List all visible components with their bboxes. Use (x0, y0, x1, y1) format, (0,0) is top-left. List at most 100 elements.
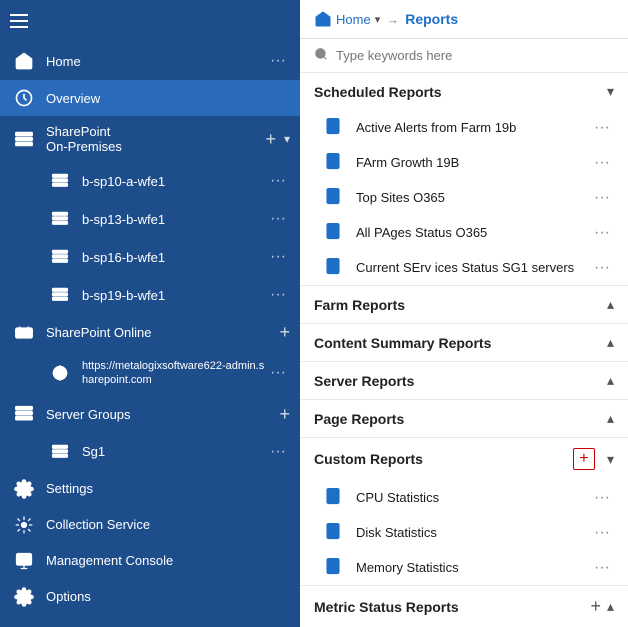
sidebar-item-sp-server-1[interactable]: b-sp10-a-wfe1 ··· (0, 162, 300, 200)
sidebar-item-sp-server-4[interactable]: b-sp19-b-wfe1 ··· (0, 276, 300, 314)
sidebar-item-management-console[interactable]: Management Console (0, 543, 300, 579)
section-farm-reports-header[interactable]: Farm Reports ▴ (300, 286, 628, 323)
scheduled-item-more-3[interactable]: ··· (590, 189, 614, 207)
sidebar-item-sp-online-url[interactable]: https://metalogixsoftware622-admin.share… (0, 351, 300, 396)
sidebar-item-sg1[interactable]: Sg1 ··· (0, 433, 300, 471)
management-console-icon (10, 551, 38, 571)
sp-online-url-more[interactable]: ··· (266, 362, 290, 384)
custom-reports-actions: + ▾ (573, 448, 614, 470)
custom-reports-item-3[interactable]: Memory Statistics ··· (300, 550, 628, 585)
custom-reports-item-2[interactable]: Disk Statistics ··· (300, 515, 628, 550)
home-more[interactable]: ··· (266, 50, 290, 72)
search-input[interactable] (336, 48, 614, 63)
sharepoint-online-icon (10, 323, 38, 343)
custom-reports-add-button[interactable]: + (573, 448, 595, 470)
sp-onprem-chevron[interactable]: ▾ (284, 132, 290, 146)
breadcrumb-bar: Home ▾ → Reports (300, 0, 628, 39)
sharepoint-onprem-icon (10, 129, 38, 149)
sp-online-add[interactable]: + (279, 322, 290, 343)
sidebar-item-options[interactable]: Options (0, 579, 300, 615)
scheduled-item-more-2[interactable]: ··· (590, 154, 614, 172)
sp-server-more-4[interactable]: ··· (266, 284, 290, 306)
sg1-more[interactable]: ··· (266, 441, 290, 463)
section-server-reports: Server Reports ▴ (300, 362, 628, 400)
sidebar-item-sp-server-3[interactable]: b-sp16-b-wfe1 ··· (0, 238, 300, 276)
scheduled-item-more-4[interactable]: ··· (590, 224, 614, 242)
hamburger-menu[interactable] (10, 14, 28, 28)
report-icon-1 (324, 117, 348, 138)
sidebar-item-settings[interactable]: Settings (0, 471, 300, 507)
scheduled-reports-item-2[interactable]: FArm Growth 19B ··· (300, 145, 628, 180)
sidebar-item-sp-server-2[interactable]: b-sp13-b-wfe1 ··· (0, 200, 300, 238)
server-icon-2 (46, 210, 74, 228)
breadcrumb-home-label: Home (336, 12, 371, 27)
content-summary-chevron[interactable]: ▴ (607, 334, 614, 351)
server-icon-3 (46, 248, 74, 266)
scheduled-reports-item-4[interactable]: All PAges Status O365 ··· (300, 215, 628, 250)
sidebar-item-server-groups[interactable]: Server Groups + (0, 396, 300, 433)
server-reports-chevron[interactable]: ▴ (607, 372, 614, 389)
custom-item-label-2: Disk Statistics (356, 525, 590, 540)
farm-reports-title: Farm Reports (314, 297, 405, 313)
section-custom-reports-header[interactable]: Custom Reports + ▾ (300, 438, 628, 480)
sidebar-header (0, 0, 300, 42)
section-metric-status-reports-header[interactable]: Metric Status Reports + ▴ (300, 586, 628, 627)
sp-server-label-2: b-sp13-b-wfe1 (82, 212, 266, 227)
scheduled-reports-chevron[interactable]: ▾ (607, 83, 614, 100)
metric-status-add[interactable]: + (590, 596, 601, 617)
custom-reports-item-1[interactable]: CPU Statistics ··· (300, 480, 628, 515)
page-reports-chevron[interactable]: ▴ (607, 410, 614, 427)
sidebar-item-collection-service[interactable]: Collection Service (0, 507, 300, 543)
home-icon (10, 51, 38, 71)
breadcrumb-dropdown-icon[interactable]: ▾ (375, 13, 381, 26)
server-reports-title: Server Reports (314, 373, 414, 389)
server-groups-label: Server Groups (46, 407, 279, 422)
sidebar-item-home[interactable]: Home ··· (0, 42, 300, 80)
settings-label: Settings (46, 481, 290, 496)
scheduled-item-label-3: Top Sites O365 (356, 190, 590, 205)
scheduled-item-more-5[interactable]: ··· (590, 259, 614, 277)
scheduled-reports-item-5[interactable]: Current SErv ices Status SG1 servers ··· (300, 250, 628, 285)
custom-item-more-3[interactable]: ··· (590, 559, 614, 577)
management-console-label: Management Console (46, 553, 290, 568)
custom-item-label-1: CPU Statistics (356, 490, 590, 505)
page-reports-title: Page Reports (314, 411, 404, 427)
custom-reports-title: Custom Reports (314, 451, 423, 467)
section-server-reports-header[interactable]: Server Reports ▴ (300, 362, 628, 399)
scheduled-reports-item-1[interactable]: Active Alerts from Farm 19b ··· (300, 110, 628, 145)
report-icon-3 (324, 187, 348, 208)
section-scheduled-reports-header[interactable]: Scheduled Reports ▾ (300, 73, 628, 110)
farm-reports-chevron[interactable]: ▴ (607, 296, 614, 313)
custom-item-more-1[interactable]: ··· (590, 489, 614, 507)
custom-item-more-2[interactable]: ··· (590, 524, 614, 542)
settings-icon (10, 479, 38, 499)
section-content-summary-reports-header[interactable]: Content Summary Reports ▴ (300, 324, 628, 361)
report-icon-4 (324, 222, 348, 243)
sp-server-more-3[interactable]: ··· (266, 246, 290, 268)
sg1-label: Sg1 (82, 444, 266, 459)
sidebar-item-sharepoint-onprem[interactable]: SharePointOn-Premises + ▾ (0, 116, 300, 162)
section-content-summary-reports: Content Summary Reports ▴ (300, 324, 628, 362)
collection-service-icon (10, 515, 38, 535)
sidebar-item-overview[interactable]: Overview (0, 80, 300, 116)
search-bar (300, 39, 628, 73)
sp-server-label-3: b-sp16-b-wfe1 (82, 250, 266, 265)
sidebar-item-sharepoint-online[interactable]: SharePoint Online + (0, 314, 300, 351)
scheduled-reports-item-3[interactable]: Top Sites O365 ··· (300, 180, 628, 215)
sp-onprem-actions: + ▾ (265, 129, 290, 150)
sp-server-more-1[interactable]: ··· (266, 170, 290, 192)
breadcrumb-home[interactable]: Home ▾ (314, 10, 380, 28)
sidebar: Home ··· Overview SharePointOn-Premi (0, 0, 300, 627)
scheduled-item-more-1[interactable]: ··· (590, 119, 614, 137)
server-groups-add[interactable]: + (279, 404, 290, 425)
section-page-reports-header[interactable]: Page Reports ▴ (300, 400, 628, 437)
sp-onprem-add[interactable]: + (265, 129, 276, 150)
overview-icon (10, 88, 38, 108)
scheduled-item-label-5: Current SErv ices Status SG1 servers (356, 260, 590, 275)
custom-report-icon-2 (324, 522, 348, 543)
sp-server-more-2[interactable]: ··· (266, 208, 290, 230)
metric-status-chevron[interactable]: ▴ (607, 598, 614, 615)
breadcrumb-current: Reports (405, 11, 458, 27)
overview-label: Overview (46, 91, 290, 106)
custom-reports-chevron[interactable]: ▾ (607, 451, 614, 468)
